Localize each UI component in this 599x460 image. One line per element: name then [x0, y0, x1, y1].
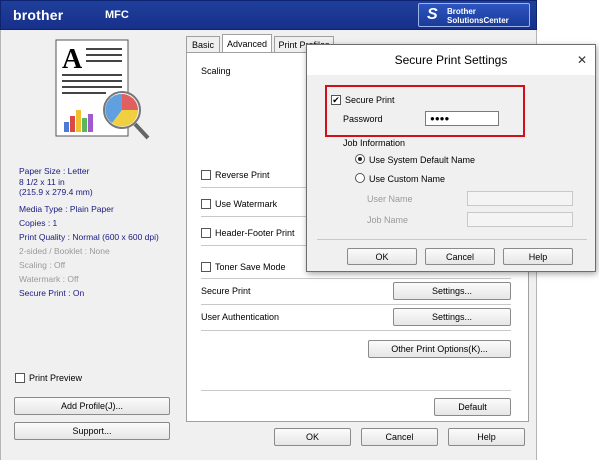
info-paper-inches: 8 1/2 x 11 in [19, 177, 65, 187]
close-icon[interactable]: ✕ [577, 53, 587, 67]
info-media-type: Media Type : Plain Paper [19, 204, 114, 214]
divider [201, 330, 511, 331]
header-footer-checkbox[interactable] [201, 228, 211, 238]
use-system-default-label: Use System Default Name [369, 155, 476, 165]
secure-print-label: Secure Print [201, 286, 251, 296]
toner-save-checkbox[interactable] [201, 262, 211, 272]
secure-print-checkbox-label: Secure Print [345, 95, 395, 105]
job-name-label: Job Name [367, 215, 409, 225]
info-paper-size: Paper Size : Letter [19, 166, 90, 176]
divider [201, 187, 311, 188]
header-footer-label: Header-Footer Print [215, 228, 295, 238]
secure-cancel-button[interactable]: Cancel [425, 248, 495, 265]
print-preview-checkbox[interactable] [15, 373, 25, 383]
user-name-label: User Name [367, 194, 413, 204]
default-button[interactable]: Default [434, 398, 511, 416]
use-system-default-radio[interactable] [355, 154, 365, 164]
other-print-options-button[interactable]: Other Print Options(K)... [368, 340, 511, 358]
divider [317, 239, 587, 240]
ok-button[interactable]: OK [274, 428, 351, 446]
use-custom-name-label: Use Custom Name [369, 174, 446, 184]
tab-basic[interactable]: Basic [186, 36, 220, 52]
solutions-center-button[interactable]: S Brother SolutionsCenter [418, 3, 530, 27]
info-print-quality: Print Quality : Normal (600 x 600 dpi) [19, 232, 159, 242]
use-custom-name-radio[interactable] [355, 173, 365, 183]
scaling-label: Scaling [201, 66, 231, 76]
divider [201, 278, 511, 279]
reverse-print-label: Reverse Print [215, 170, 270, 180]
job-name-field[interactable] [467, 212, 573, 227]
svg-text:A: A [62, 44, 83, 75]
divider [201, 245, 311, 246]
info-copies: Copies : 1 [19, 218, 58, 228]
secure-print-dialog-title: Secure Print Settings [307, 45, 595, 75]
info-secure-print: Secure Print : On [19, 288, 85, 298]
print-preview-label: Print Preview [29, 373, 83, 383]
divider [201, 216, 311, 217]
secure-print-checkbox[interactable] [331, 95, 341, 105]
reverse-print-checkbox[interactable] [201, 170, 211, 180]
info-scaling: Scaling : Off [19, 260, 66, 270]
user-auth-settings-button[interactable]: Settings... [393, 308, 511, 326]
model-name: MFC [105, 9, 129, 21]
user-name-field[interactable] [467, 191, 573, 206]
toner-save-label: Toner Save Mode [215, 262, 286, 272]
tab-advanced[interactable]: Advanced [222, 34, 272, 53]
password-field[interactable]: ●●●● [425, 111, 499, 126]
solutions-center-label-2: SolutionsCenter [447, 16, 509, 25]
use-watermark-checkbox[interactable] [201, 199, 211, 209]
user-auth-label: User Authentication [201, 312, 280, 322]
add-profile-button[interactable]: Add Profile(J)... [14, 397, 170, 415]
cancel-button[interactable]: Cancel [361, 428, 438, 446]
secure-print-dialog-title-text: Secure Print Settings [394, 53, 508, 67]
solutions-center-label-1: Brother [447, 7, 476, 16]
brother-logo: brother [13, 7, 64, 23]
help-button[interactable]: Help [448, 428, 525, 446]
divider [201, 390, 511, 391]
secure-ok-button[interactable]: OK [347, 248, 417, 265]
secure-print-settings-button[interactable]: Settings... [393, 282, 511, 300]
job-information-label: Job Information [343, 138, 406, 148]
print-preview-image: A [50, 38, 160, 148]
info-paper-mm: (215.9 x 279.4 mm) [19, 187, 93, 197]
info-2sided: 2-sided / Booklet : None [19, 246, 110, 256]
use-watermark-label: Use Watermark [215, 199, 278, 209]
divider [201, 304, 511, 305]
password-label: Password [343, 114, 383, 124]
document-preview-icon: A [55, 39, 150, 140]
secure-print-settings-dialog: Secure Print Settings ✕ Secure Print Pas… [306, 44, 596, 272]
secure-help-button[interactable]: Help [503, 248, 573, 265]
support-button[interactable]: Support... [14, 422, 170, 440]
info-watermark: Watermark : Off [19, 274, 79, 284]
solutions-center-icon: S [427, 6, 438, 23]
